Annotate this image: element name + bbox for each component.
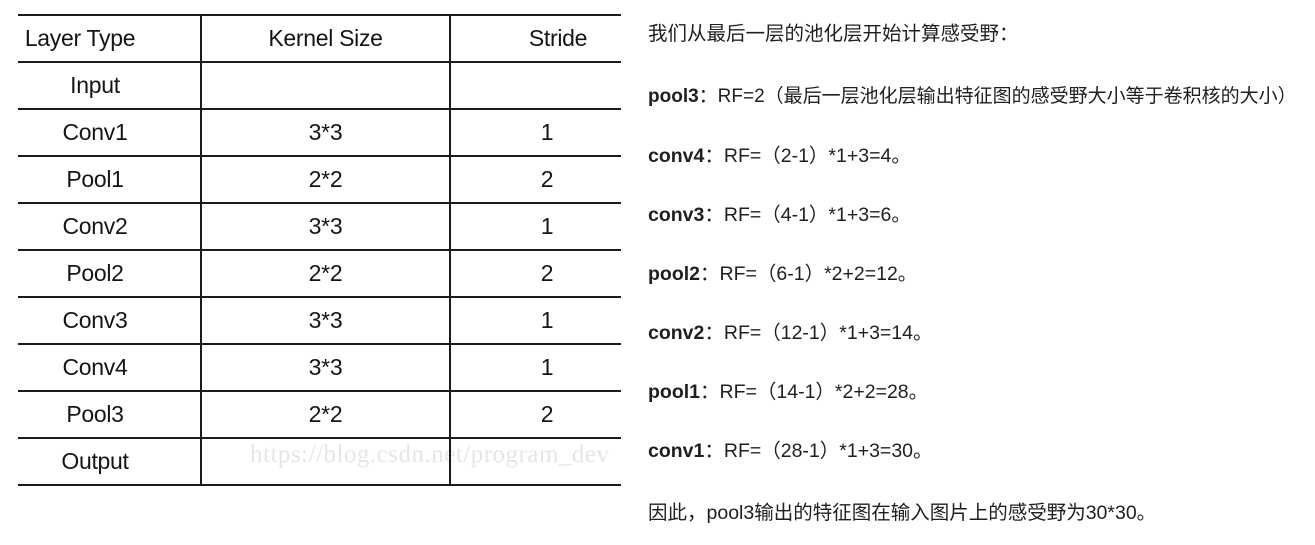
intro-paragraph: 我们从最后一层的池化层开始计算感受野： (648, 23, 1019, 45)
cell-stride: 1 (540, 354, 554, 380)
cell-stride (450, 438, 621, 485)
conclusion-paragraph: 因此，pool3输出的特征图在输入图片上的感受野为30*30。 (648, 502, 1157, 524)
cell-stride: 1 (540, 119, 554, 145)
table-body: Input Conv1 3*3 1 Pool1 2*2 2 Conv2 3*3 (18, 62, 621, 485)
table-row: Pool1 2*2 2 (18, 156, 621, 203)
cell-kernel-size: 3*3 (201, 109, 451, 156)
cell-kernel-size: 3*3 (201, 297, 451, 344)
cell-layer-type: Input (18, 62, 202, 109)
cell-layer-type: Conv1 (18, 109, 202, 156)
column-header-kernel-size: Kernel Size (201, 15, 451, 62)
table-row: Output (18, 438, 621, 485)
table-row: Pool3 2*2 2 (18, 391, 621, 438)
step-formula-conv3: ：RF=（4-1）*1+3=6。 (704, 204, 911, 226)
step-conv2: conv2：RF=（12-1）*1+3=14。 (648, 320, 933, 346)
table-header: Layer Type Kernel Size Stride (18, 15, 621, 62)
page-root: https://blog.csdn.net/program_dev Layer … (0, 0, 1315, 545)
step-label-conv4: conv4 (648, 145, 705, 167)
explanation-panel: 我们从最后一层的池化层开始计算感受野： pool3：RF=2（最后一层池化层输出… (648, 14, 1315, 534)
step-formula-conv2: ：RF=（12-1）*1+3=14。 (704, 322, 933, 344)
cell-layer-type: Conv2 (18, 203, 202, 250)
step-label-pool3: pool3 (648, 86, 699, 107)
step-label-pool1: pool1 (648, 381, 700, 403)
cell-stride: 1 (540, 307, 554, 333)
step-formula-conv1: ：RF=（28-1）*1+3=30。 (704, 440, 933, 462)
step-pool2: pool2：RF=（6-1）*2+2=12。 (648, 261, 917, 287)
step-formula-conv4: ：RF=（2-1）*1+3=4。 (704, 145, 911, 167)
step-conv1: conv1：RF=（28-1）*1+3=30。 (648, 438, 933, 464)
step-conv3: conv3：RF=（4-1）*1+3=6。 (648, 202, 911, 228)
table-row: Conv3 3*3 1 (18, 297, 621, 344)
cell-stride: 2 (540, 260, 554, 286)
step-pool1: pool1：RF=（14-1）*2+2=28。 (648, 379, 928, 405)
cell-layer-type: Pool1 (18, 156, 202, 203)
table-row: Conv4 3*3 1 (18, 344, 621, 391)
cell-kernel-size: 2*2 (201, 250, 451, 297)
cell-kernel-size: 3*3 (201, 344, 451, 391)
network-layer-table: Layer Type Kernel Size Stride Input Conv… (18, 14, 621, 486)
cell-kernel-size: 3*3 (201, 203, 451, 250)
step-label-conv3: conv3 (648, 204, 705, 226)
table-row: Conv1 3*3 1 (18, 109, 621, 156)
step-label-pool2: pool2 (648, 263, 700, 285)
cell-stride: 1 (540, 213, 554, 239)
column-header-layer-type: Layer Type (18, 15, 202, 62)
cell-stride: 2 (540, 166, 554, 192)
cell-layer-type: Pool2 (18, 250, 202, 297)
layer-table-panel: https://blog.csdn.net/program_dev Layer … (18, 14, 621, 485)
step-pool3: pool3：RF=2（最后一层池化层输出特征图的感受野大小等于卷积核的大小） (648, 84, 1297, 110)
step-label-conv1: conv1 (648, 440, 705, 462)
table-row: Input (18, 62, 621, 109)
step-label-conv2: conv2 (648, 322, 705, 344)
cell-layer-type: Pool3 (18, 391, 202, 438)
step-formula-pool2: ：RF=（6-1）*2+2=12。 (700, 263, 918, 285)
cell-stride: 2 (540, 401, 554, 427)
column-header-stride: Stride (528, 25, 588, 51)
cell-layer-type: Conv3 (18, 297, 202, 344)
cell-stride (450, 62, 621, 109)
table-header-row: Layer Type Kernel Size Stride (18, 15, 621, 62)
table-row: Pool2 2*2 2 (18, 250, 621, 297)
step-conv4: conv4：RF=（2-1）*1+3=4。 (648, 143, 911, 169)
cell-layer-type: Conv4 (18, 344, 202, 391)
cell-kernel-size (201, 62, 451, 109)
cell-kernel-size: 2*2 (201, 156, 451, 203)
step-formula-pool3: ：RF=2（最后一层池化层输出特征图的感受野大小等于卷积核的大小） (698, 86, 1297, 107)
step-formula-pool1: ：RF=（14-1）*2+2=28。 (700, 381, 929, 403)
cell-layer-type: Output (18, 438, 202, 485)
cell-kernel-size: 2*2 (201, 391, 451, 438)
table-row: Conv2 3*3 1 (18, 203, 621, 250)
cell-kernel-size (201, 438, 451, 485)
